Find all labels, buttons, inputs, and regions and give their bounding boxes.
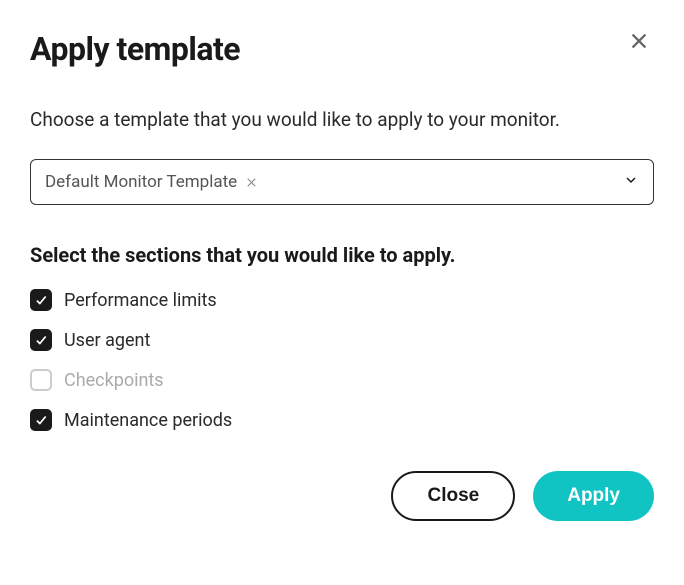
chevron-down-icon (623, 172, 639, 192)
template-select[interactable]: Default Monitor Template (30, 159, 654, 205)
dialog-description: Choose a template that you would like to… (30, 108, 654, 131)
checkbox-checked-icon[interactable] (30, 289, 52, 311)
sections-checkbox-list: Performance limits User agent Checkpoint… (30, 289, 654, 431)
section-item-user-agent[interactable]: User agent (30, 329, 654, 351)
checkbox-checked-icon[interactable] (30, 409, 52, 431)
section-item-checkpoints: Checkpoints (30, 369, 654, 391)
checkbox-checked-icon[interactable] (30, 329, 52, 351)
dialog-title: Apply template (30, 30, 240, 68)
sections-heading: Select the sections that you would like … (30, 243, 654, 267)
section-label: User agent (64, 330, 150, 351)
clear-selection-icon[interactable] (245, 176, 258, 189)
close-icon[interactable] (624, 26, 654, 60)
checkbox-unchecked-disabled-icon (30, 369, 52, 391)
section-item-maintenance-periods[interactable]: Maintenance periods (30, 409, 654, 431)
dialog-button-row: Close Apply (30, 471, 654, 521)
apply-button[interactable]: Apply (533, 471, 654, 521)
section-label: Checkpoints (64, 370, 164, 391)
close-button[interactable]: Close (391, 471, 515, 521)
template-select-value: Default Monitor Template (45, 172, 237, 192)
section-item-performance-limits[interactable]: Performance limits (30, 289, 654, 311)
section-label: Performance limits (64, 290, 217, 311)
section-label: Maintenance periods (64, 410, 232, 431)
